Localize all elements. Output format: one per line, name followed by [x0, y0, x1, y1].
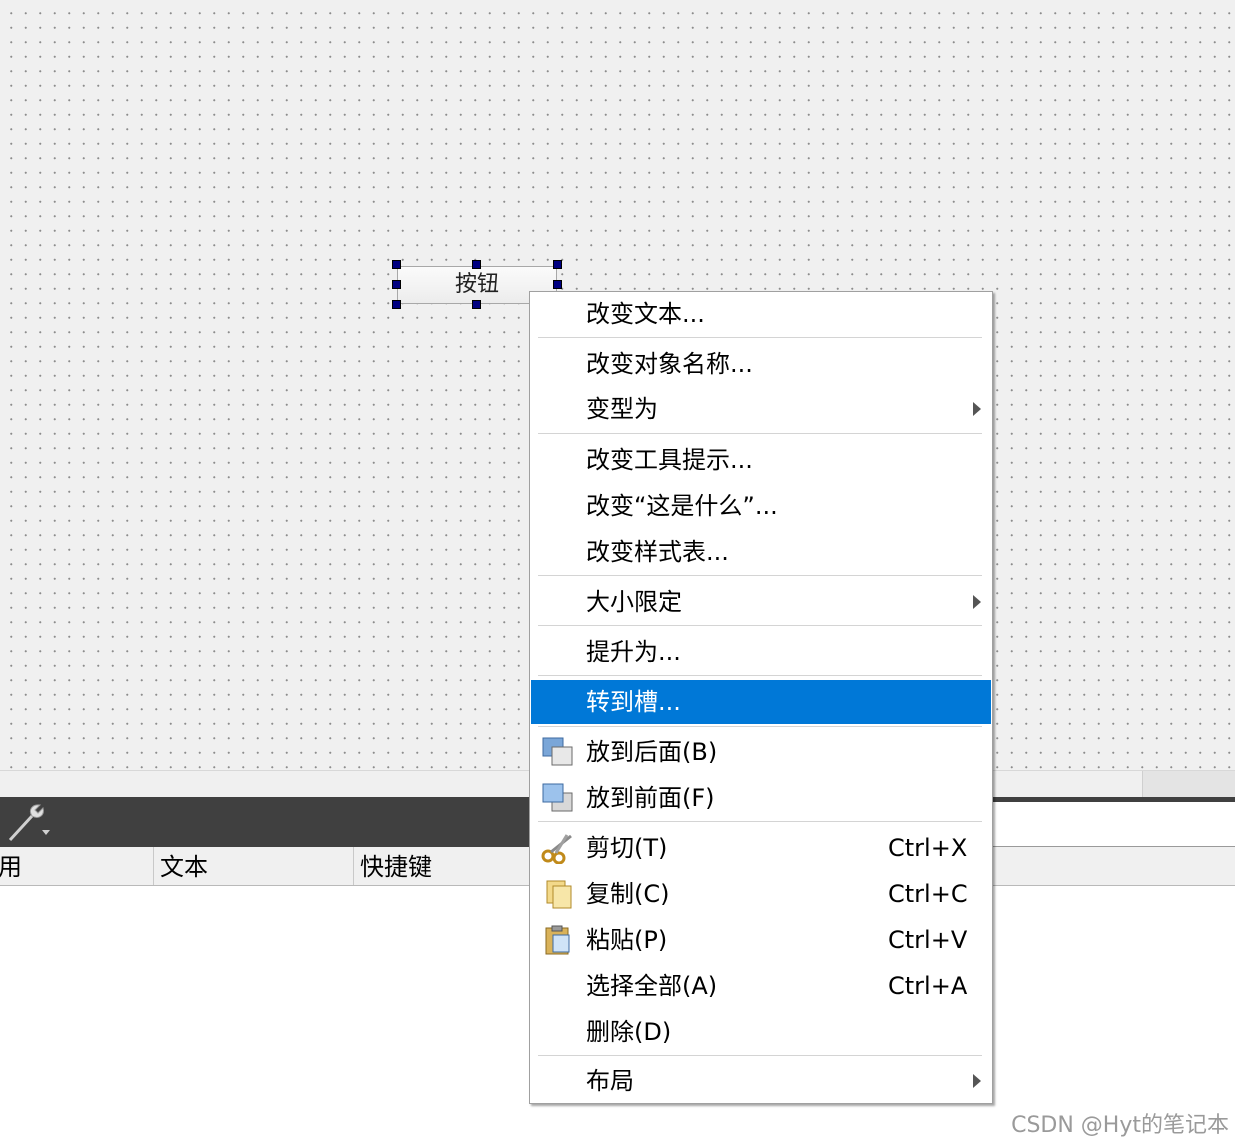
menu-item-change-object-name[interactable]: 改变对象名称... [531, 342, 991, 386]
action-editor-filter-area [990, 802, 1235, 848]
menu-item-label: 放到前面(F) [586, 784, 715, 812]
menu-item-shortcut: Ctrl+C [888, 880, 968, 908]
menu-item-label: 粘贴(P) [586, 926, 668, 954]
menu-item-layout[interactable]: 布局 [531, 1059, 991, 1103]
menu-item-change-tooltip[interactable]: 改变工具提示... [531, 438, 991, 482]
menu-item-delete[interactable]: 删除(D) [531, 1010, 991, 1054]
menu-item-copy[interactable]: 复制(C) Ctrl+C [531, 872, 991, 916]
push-button-label: 按钮 [454, 272, 499, 297]
menu-item-size-constraints[interactable]: 大小限定 [531, 580, 991, 624]
menu-separator [538, 433, 982, 434]
menu-item-shortcut: Ctrl+V [888, 926, 968, 954]
menu-item-bring-to-front[interactable]: 放到前面(F) [531, 776, 991, 820]
menu-item-label: 转到槽... [586, 688, 681, 716]
menu-separator [538, 1055, 982, 1056]
column-header-text[interactable]: 文本 [154, 847, 354, 885]
paste-icon [545, 925, 570, 955]
menu-item-label: 删除(D) [586, 1018, 672, 1046]
menu-item-label: 放到后面(B) [586, 738, 718, 766]
menu-separator [538, 337, 982, 338]
menu-item-change-whats-this[interactable]: 改变“这是什么”... [531, 484, 991, 528]
resize-handle-bottom-left[interactable] [392, 300, 401, 309]
menu-item-morph-into[interactable]: 变型为 [531, 387, 991, 431]
menu-separator [538, 625, 982, 626]
menu-item-label: 提升为... [586, 638, 681, 666]
menu-separator [538, 726, 982, 727]
menu-item-send-to-back[interactable]: 放到后面(B) [531, 730, 991, 774]
column-header-name[interactable]: 用 [0, 847, 154, 885]
menu-item-change-stylesheet[interactable]: 改变样式表... [531, 530, 991, 574]
bring-to-front-icon [542, 783, 573, 812]
column-header-shortcut[interactable]: 快捷键 [354, 847, 554, 885]
resize-handle-right[interactable] [553, 280, 562, 289]
menu-item-cut[interactable]: 剪切(T) Ctrl+X [531, 826, 991, 870]
resize-handle-top-right[interactable] [553, 260, 562, 269]
scissors-icon [541, 834, 572, 864]
submenu-arrow-icon [973, 1074, 981, 1088]
resize-handle-bottom[interactable] [472, 300, 481, 309]
menu-separator [538, 575, 982, 576]
submenu-arrow-icon [973, 402, 981, 416]
submenu-arrow-icon [973, 595, 981, 609]
menu-item-label: 变型为 [586, 395, 658, 423]
menu-item-label: 复制(C) [586, 880, 670, 908]
menu-item-shortcut: Ctrl+A [888, 972, 968, 1000]
wrench-icon[interactable] [4, 800, 52, 844]
menu-item-go-to-slot[interactable]: 转到槽... [531, 680, 991, 724]
copy-icon [546, 880, 572, 909]
menu-item-label: 改变对象名称... [586, 350, 753, 378]
resize-handle-top[interactable] [472, 260, 481, 269]
menu-item-select-all[interactable]: 选择全部(A) Ctrl+A [531, 964, 991, 1008]
menu-item-label: 大小限定 [586, 588, 682, 616]
menu-item-promote-to[interactable]: 提升为... [531, 630, 991, 674]
menu-item-change-text[interactable]: 改变文本... [531, 292, 991, 336]
resize-handle-left[interactable] [392, 280, 401, 289]
context-menu: 改变文本... 改变对象名称... 变型为 改变工具提示... 改变“这是什么”… [529, 291, 993, 1104]
menu-separator [538, 821, 982, 822]
menu-item-label: 改变工具提示... [586, 446, 753, 474]
menu-item-label: 改变“这是什么”... [586, 492, 778, 520]
resize-handle-top-left[interactable] [392, 260, 401, 269]
menu-item-shortcut: Ctrl+X [888, 834, 968, 862]
menu-item-label: 选择全部(A) [586, 972, 718, 1000]
menu-item-label: 剪切(T) [586, 834, 668, 862]
scrollbar-corner [1142, 771, 1235, 798]
menu-item-label: 布局 [586, 1067, 634, 1095]
send-to-back-icon [542, 737, 573, 766]
menu-separator [538, 675, 982, 676]
menu-item-label: 改变样式表... [586, 538, 729, 566]
menu-item-paste[interactable]: 粘贴(P) Ctrl+V [531, 918, 991, 962]
menu-item-label: 改变文本... [586, 300, 705, 328]
watermark: CSDN @Hyt的笔记本 [1011, 1113, 1229, 1138]
